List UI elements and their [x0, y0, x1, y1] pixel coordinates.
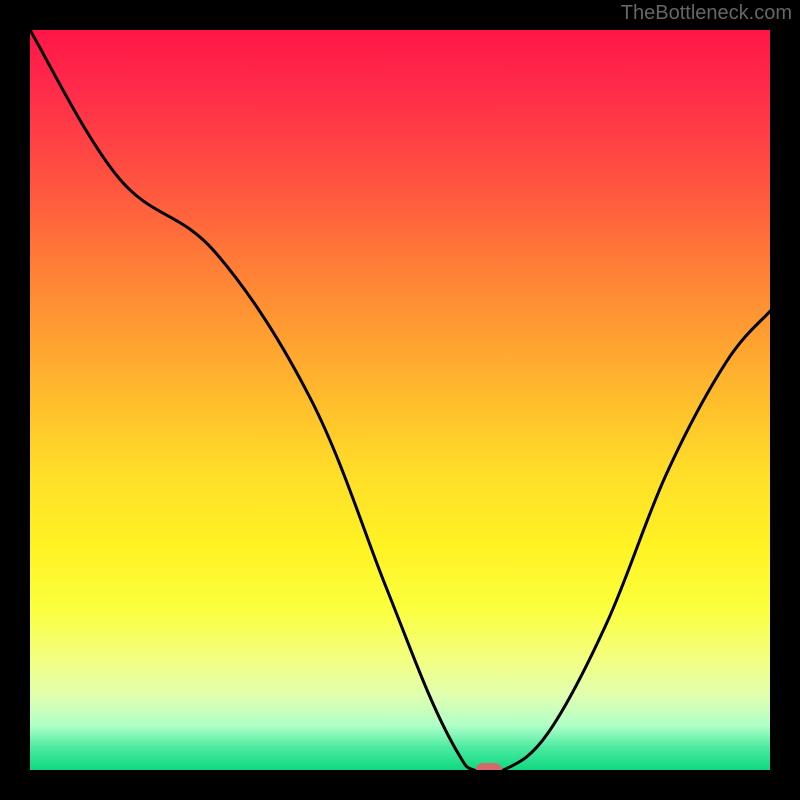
plot-area: [30, 30, 770, 770]
bottleneck-curve: [30, 30, 770, 770]
optimal-marker: [476, 763, 502, 770]
curve-svg: [30, 30, 770, 770]
watermark-text: TheBottleneck.com: [621, 2, 792, 25]
